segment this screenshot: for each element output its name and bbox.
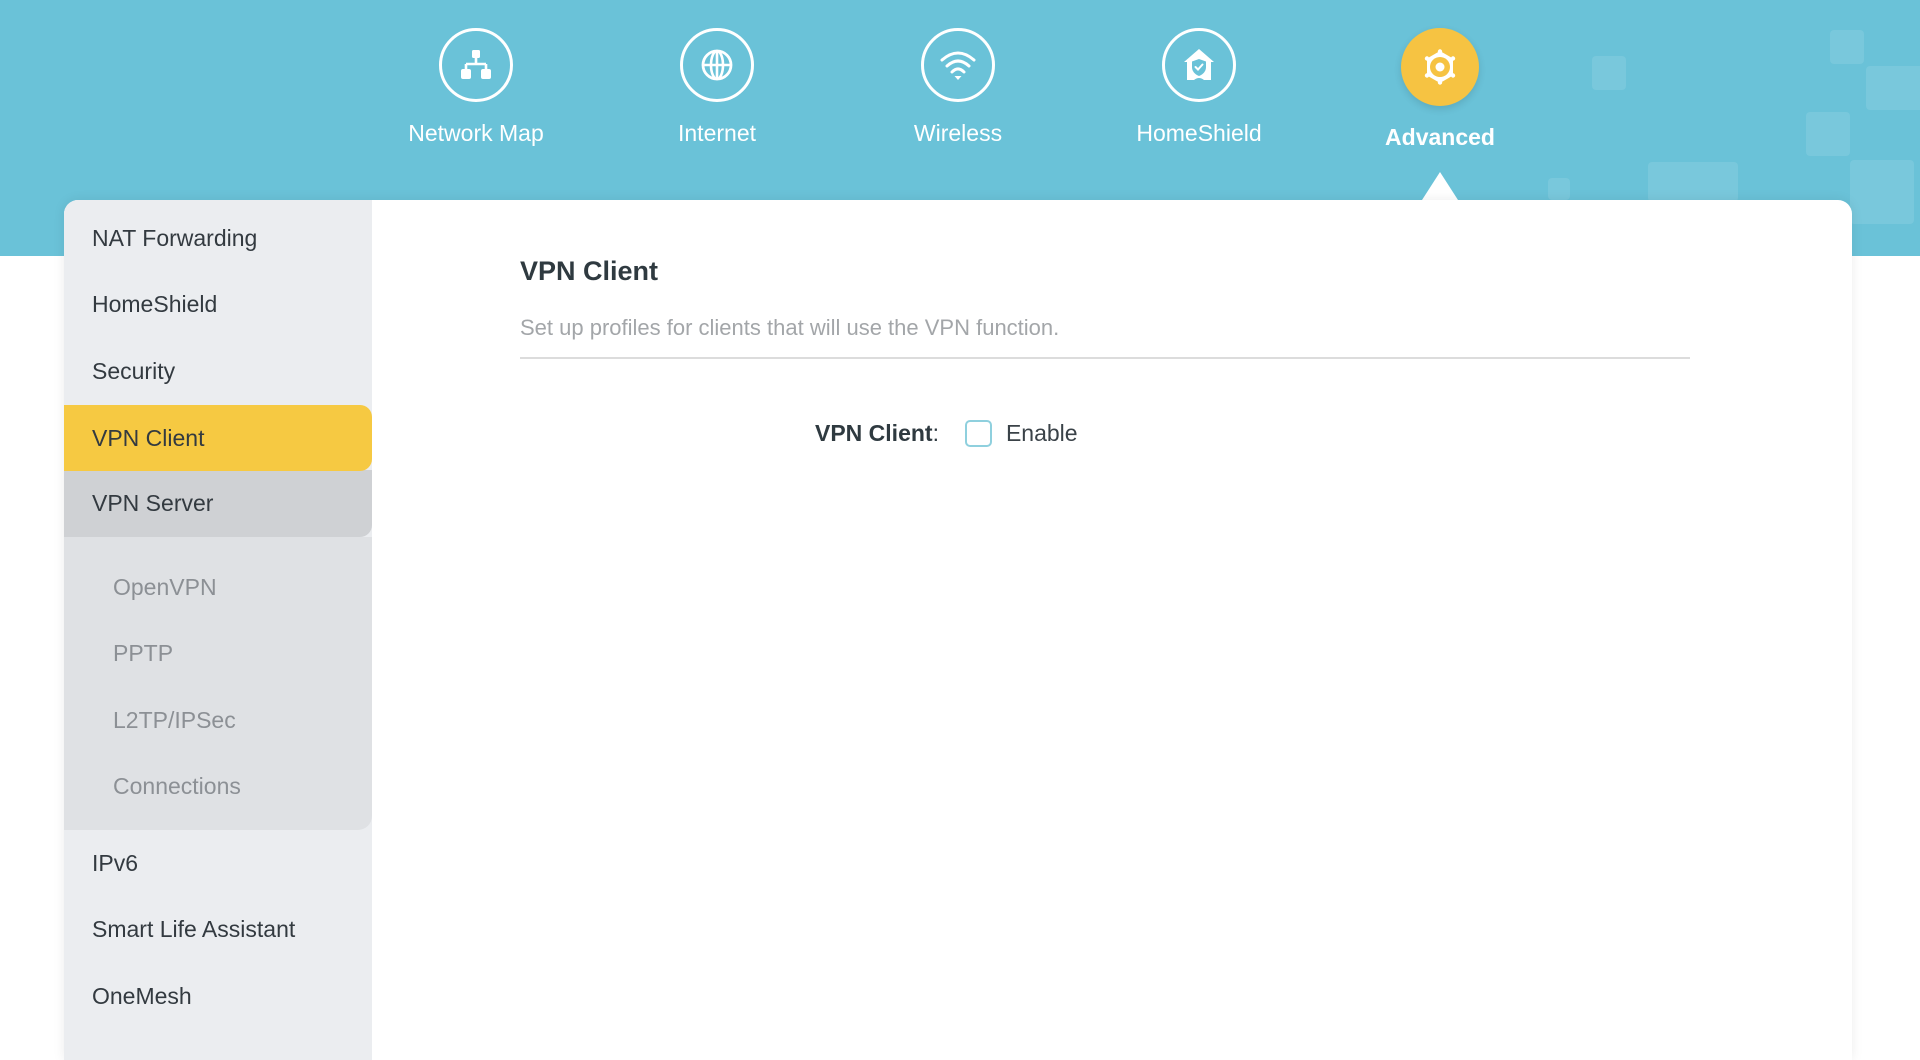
- sidebar-item-label: VPN Client: [92, 424, 205, 451]
- globe-icon: [680, 28, 754, 102]
- vpn-server-submenu: OpenVPN PPTP L2TP/IPSec Connections: [64, 537, 372, 830]
- sidebar-item-nat-forwarding[interactable]: NAT Forwarding: [64, 205, 372, 271]
- sidebar-item-label: OneMesh: [92, 982, 192, 1009]
- network-map-icon: [439, 28, 513, 102]
- vpn-client-field-label: VPN Client: [815, 419, 933, 446]
- nav-label: Network Map: [408, 120, 544, 146]
- sidebar-item-label: VPN Server: [92, 490, 214, 516]
- nav-label: Wireless: [913, 120, 1003, 146]
- sidebar-item-ipv6[interactable]: IPv6: [64, 830, 372, 896]
- top-nav: Network Map Internet Wireless HomeShield…: [0, 0, 1920, 200]
- sidebar-subitem-label: L2TP/IPSec: [113, 706, 236, 733]
- sidebar-item-label: Security: [92, 357, 176, 384]
- sidebar-subitem-l2tp-ipsec[interactable]: L2TP/IPSec: [64, 687, 372, 753]
- page-subtitle: Set up profiles for clients that will us…: [520, 315, 1060, 340]
- sidebar-item-vpn-server[interactable]: VPN Server: [64, 470, 372, 537]
- sidebar-subitem-openvpn[interactable]: OpenVPN: [64, 554, 372, 620]
- sidebar-item-label: IPv6: [92, 849, 139, 876]
- sidebar-item-label: HomeShield: [92, 290, 218, 317]
- gear-icon: [1401, 28, 1479, 106]
- content-card: NAT Forwarding HomeShield Security OpenV…: [64, 200, 1852, 1060]
- vpn-client-enable-row: VPN Client : Enable: [815, 417, 1078, 449]
- page-title: VPN Client: [520, 256, 659, 286]
- nav-homeshield[interactable]: HomeShield: [1099, 28, 1299, 147]
- nav-label: HomeShield: [1136, 120, 1262, 146]
- nav-network-map[interactable]: Network Map: [376, 28, 576, 147]
- enable-checkbox-label[interactable]: Enable: [1006, 420, 1078, 447]
- active-tab-pointer: [1422, 172, 1458, 200]
- nav-wireless[interactable]: Wireless: [858, 28, 1058, 147]
- sidebar-subitem-label: Connections: [113, 772, 241, 799]
- sidebar-subitem-label: OpenVPN: [113, 573, 217, 600]
- sidebar-subitem-connections[interactable]: Connections: [64, 753, 372, 819]
- nav-label: Internet: [678, 120, 756, 146]
- sidebar-item-homeshield[interactable]: HomeShield: [64, 271, 372, 337]
- nav-internet[interactable]: Internet: [617, 28, 817, 147]
- vpn-client-enable-checkbox[interactable]: [964, 419, 992, 447]
- sidebar: NAT Forwarding HomeShield Security OpenV…: [64, 200, 372, 1060]
- nav-advanced[interactable]: Advanced: [1340, 28, 1540, 151]
- sidebar-item-vpn-client[interactable]: VPN Client: [64, 405, 372, 471]
- sidebar-item-security[interactable]: Security: [64, 338, 372, 404]
- wifi-icon: [921, 28, 995, 102]
- sidebar-subitem-pptp[interactable]: PPTP: [64, 620, 372, 686]
- section-divider: [520, 357, 1690, 359]
- sidebar-item-smart-life-assistant[interactable]: Smart Life Assistant: [64, 896, 372, 962]
- sidebar-subitem-label: PPTP: [113, 639, 174, 666]
- sidebar-item-onemesh[interactable]: OneMesh: [64, 963, 372, 1029]
- sidebar-item-label: NAT Forwarding: [92, 224, 258, 251]
- nav-label: Advanced: [1385, 124, 1495, 150]
- main-content: VPN Client Set up profiles for clients t…: [372, 200, 1852, 1060]
- field-label-colon: :: [932, 419, 939, 446]
- sidebar-item-label: Smart Life Assistant: [92, 915, 296, 942]
- home-shield-icon: [1162, 28, 1236, 102]
